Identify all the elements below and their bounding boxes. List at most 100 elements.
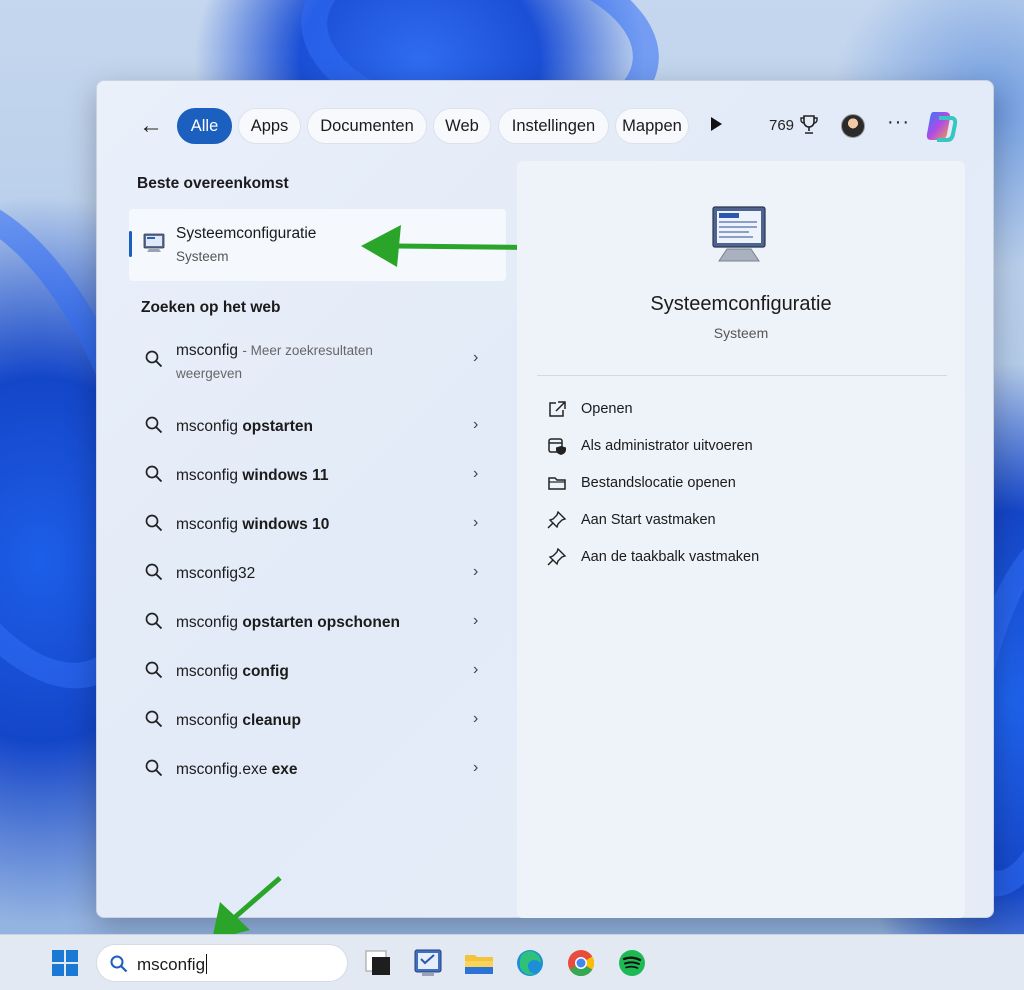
- search-icon: [145, 563, 163, 581]
- web-result-hint-cont: weergeven: [176, 366, 243, 381]
- web-result-item[interactable]: msconfig32 ›: [137, 549, 497, 595]
- search-icon: [145, 759, 163, 777]
- web-result-item[interactable]: msconfig.exe exe ›: [137, 745, 497, 791]
- chevron-right-icon: ›: [473, 612, 479, 629]
- search-icon: [145, 661, 163, 679]
- best-match-title: Beste overeenkomst: [137, 175, 289, 192]
- windows-start-icon[interactable]: [52, 950, 78, 976]
- avatar[interactable]: [841, 114, 865, 138]
- taskbar-search-input[interactable]: msconfig: [96, 944, 348, 982]
- web-result-prefix: msconfig: [176, 614, 239, 631]
- web-result-item[interactable]: msconfig opstarten ›: [137, 402, 497, 448]
- search-icon: [145, 612, 163, 630]
- web-result-item[interactable]: msconfig config ›: [137, 647, 497, 693]
- filter-chip-settings[interactable]: Instellingen: [498, 108, 609, 144]
- web-result-suggestion: config: [242, 663, 289, 680]
- folder-icon: [548, 477, 566, 490]
- chevron-right-icon: ›: [473, 661, 479, 678]
- web-result-prefix: msconfig.exe: [176, 761, 268, 778]
- filter-chip-folders[interactable]: Mappen: [615, 108, 689, 144]
- web-result-text: msconfig config: [176, 661, 466, 683]
- web-result-prefix: msconfig: [176, 467, 239, 484]
- web-result-text: msconfig opstarten opschonen: [176, 612, 466, 634]
- preview-pane: Systeemconfiguratie Systeem Openen Als a…: [517, 161, 965, 918]
- task-view-icon[interactable]: [362, 947, 394, 979]
- filter-chip-apps[interactable]: Apps: [238, 108, 301, 144]
- system-configuration-icon: [143, 233, 165, 252]
- web-result-suggestion: opstarten opschonen: [242, 614, 400, 631]
- chevron-right-icon: ›: [473, 416, 479, 433]
- action-label: Aan de taakbalk vastmaken: [581, 549, 760, 565]
- web-result-suggestion: windows 11: [242, 467, 329, 484]
- action-pin-to-start[interactable]: Aan Start vastmaken: [545, 506, 925, 536]
- web-result-prefix: msconfig: [176, 418, 239, 435]
- edge-icon[interactable]: [514, 947, 546, 979]
- selection-indicator: [129, 231, 132, 257]
- divider: [537, 375, 947, 376]
- search-panel: ← Alle Apps Documenten Web Instellingen …: [96, 80, 994, 918]
- web-result-text: msconfig.exe exe: [176, 759, 466, 781]
- trophy-icon[interactable]: [799, 114, 819, 136]
- more-options-icon[interactable]: ···: [887, 111, 910, 134]
- web-result-text: msconfig cleanup: [176, 710, 466, 732]
- text-caret: [206, 954, 208, 974]
- web-result-suggestion: opstarten: [242, 418, 313, 435]
- action-label: Als administrator uitvoeren: [581, 438, 753, 454]
- web-result-item[interactable]: msconfig opstarten opschonen ›: [137, 598, 497, 644]
- chevron-right-icon: ›: [473, 759, 479, 776]
- action-label: Openen: [581, 401, 633, 417]
- web-result-item[interactable]: msconfig windows 11 ›: [137, 451, 497, 497]
- action-label: Aan Start vastmaken: [581, 512, 716, 528]
- web-result-prefix: msconfig: [176, 712, 239, 729]
- action-open[interactable]: Openen: [545, 395, 925, 425]
- filter-chip-documents[interactable]: Documenten: [307, 108, 427, 144]
- spotify-icon[interactable]: [616, 947, 648, 979]
- filter-bar: ← Alle Apps Documenten Web Instellingen …: [97, 105, 993, 147]
- open-external-icon: [549, 401, 566, 417]
- action-pin-to-taskbar[interactable]: Aan de taakbalk vastmaken: [545, 543, 925, 573]
- web-result-item[interactable]: msconfig cleanup ›: [137, 696, 497, 742]
- search-query-text: msconfig: [137, 954, 208, 975]
- filter-chip-all[interactable]: Alle: [177, 108, 232, 144]
- web-result-suggestion: exe: [271, 761, 298, 778]
- web-result-suggestion: windows 10: [242, 516, 330, 533]
- web-result-prefix: msconfig: [176, 516, 239, 533]
- best-match-type: Systeem: [176, 249, 229, 264]
- chevron-right-icon: ›: [473, 710, 479, 727]
- web-result-prefix: msconfig: [176, 663, 239, 680]
- filter-chip-web[interactable]: Web: [433, 108, 491, 144]
- web-result-item[interactable]: msconfig windows 10 ›: [137, 500, 497, 546]
- system-configuration-large-icon: [712, 206, 766, 262]
- web-search-title: Zoeken op het web: [141, 299, 281, 316]
- msconfig-app-icon[interactable]: [412, 947, 444, 979]
- scroll-filters-play-icon[interactable]: [711, 117, 722, 131]
- search-icon: [145, 350, 163, 368]
- web-result-query: msconfig: [176, 342, 239, 359]
- search-query-value: msconfig: [137, 955, 206, 974]
- chevron-right-icon: ›: [473, 514, 479, 531]
- search-icon: [145, 416, 163, 434]
- web-result-text: msconfig windows 11: [176, 465, 466, 487]
- taskbar: msconfig: [0, 934, 1024, 990]
- chevron-right-icon: ›: [473, 563, 479, 580]
- chevron-right-icon: ›: [473, 465, 479, 482]
- action-run-as-admin[interactable]: Als administrator uitvoeren: [545, 432, 925, 462]
- search-icon: [145, 514, 163, 532]
- action-label: Bestandslocatie openen: [581, 475, 736, 491]
- web-result-suggestion: cleanup: [242, 712, 301, 729]
- web-result-text: msconfig - Meer zoekresultaten weergeven: [176, 339, 466, 385]
- preview-title: Systeemconfiguratie: [650, 293, 832, 315]
- admin-shield-icon: [548, 438, 566, 455]
- chrome-icon[interactable]: [565, 947, 597, 979]
- best-match-name: Systeemconfiguratie: [176, 225, 317, 242]
- web-result-prefix: msconfig32: [176, 565, 256, 582]
- search-icon: [110, 955, 128, 973]
- pin-icon: [547, 548, 567, 566]
- pin-icon: [547, 511, 567, 529]
- file-explorer-icon[interactable]: [463, 947, 495, 979]
- web-result-item[interactable]: msconfig - Meer zoekresultaten weergeven…: [137, 337, 497, 395]
- search-icon: [145, 710, 163, 728]
- copilot-icon[interactable]: [923, 108, 959, 144]
- back-button[interactable]: ←: [137, 113, 165, 139]
- action-open-file-location[interactable]: Bestandslocatie openen: [545, 469, 925, 499]
